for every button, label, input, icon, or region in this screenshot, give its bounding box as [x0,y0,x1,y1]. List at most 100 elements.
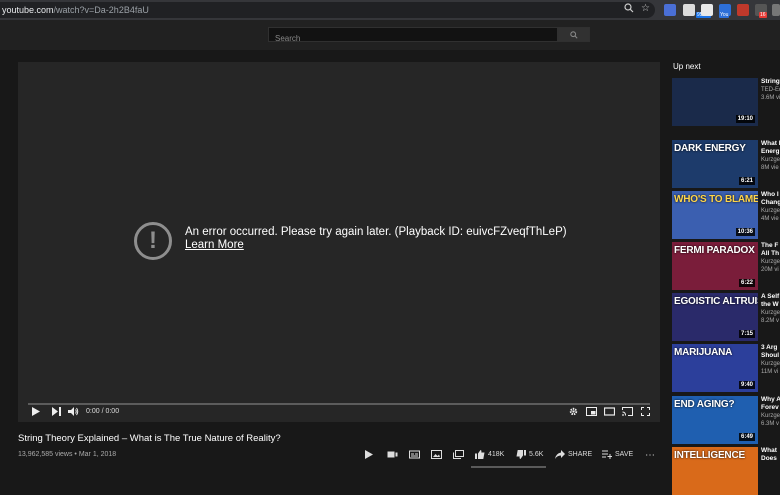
extension-you-label: You [719,12,730,18]
recommended-video[interactable]: FERMI PARADOX 6:22 The F All Th Kurzge 20M vi [672,242,780,290]
recommended-video[interactable]: EGOISTIC ALTRUISM 7:15 A Selfthe W Kurzge 8.… [672,293,780,341]
recommended-title: Why A [761,396,780,403]
recommended-video[interactable]: 19:10 String TED-Ed 3.6M vi [672,78,780,126]
recommended-video[interactable]: END AGING? 6:49 Why A Forev Kurzge 6.3M v [672,396,780,444]
captions-icon [409,450,420,459]
thumbnail-title: EGOISTIC ALTRUISM [674,296,758,307]
video-meta: 13,962,585 views • Mar 1, 2018 [18,451,117,458]
like-ratio-bar [471,466,546,468]
settings-button[interactable] [569,407,578,420]
search-button[interactable] [558,27,590,42]
video-thumbnail[interactable]: WHO'S TO BLAME? 10:36 [672,191,758,239]
thumbnail-title: INTELLIGENCE [674,450,745,461]
video-thumbnail[interactable]: DARK ENERGY 6:21 [672,140,758,188]
video-thumbnail[interactable]: INTELLIGENCE [672,447,758,495]
video-thumbnail[interactable]: EGOISTIC ALTRUISM 7:15 [672,293,758,341]
thumbs-up-icon [475,450,485,459]
zoom-icon[interactable] [624,3,634,18]
play-action-button[interactable] [365,450,373,459]
recommended-title-line2: All Th [761,250,780,257]
play-button[interactable] [32,407,40,420]
recommended-views: 8.2M v [761,318,780,324]
image-button[interactable] [431,450,442,459]
next-button[interactable] [52,407,61,420]
dislike-count: 5.6K [529,451,544,458]
video-thumbnail[interactable]: END AGING? 6:49 [672,396,758,444]
recommended-title: String [761,78,780,85]
like-count: 418K [488,451,505,458]
share-button[interactable]: SHARE [555,450,592,459]
recommended-views: 3.6M vi [761,95,780,101]
extension-red-icon[interactable] [737,4,749,16]
recommended-channel: Kurzge [761,310,780,316]
theater-mode-button[interactable] [603,407,616,420]
error-icon: ! [134,222,172,260]
extension-shield-icon[interactable] [664,4,676,16]
recommended-channel: Kurzge [761,208,780,214]
video-player[interactable]: ! An error occurred. Please try again la… [18,62,660,422]
recommended-title-line2: Shoul [761,352,780,359]
captions-button[interactable] [409,450,420,459]
recommended-video-info: The F All Th Kurzge 20M vi [761,242,780,274]
more-icon: ⋯ [645,450,655,461]
playlist-button[interactable] [453,450,464,459]
learn-more-link[interactable]: Learn More [185,239,244,251]
bookmark-star-icon[interactable]: ☆ [641,2,650,16]
video-title: String Theory Explained – What is The Tr… [18,433,281,444]
play-icon [32,407,40,416]
queue-icon [387,451,398,458]
recommended-video[interactable]: INTELLIGENCE What Does [672,447,780,495]
recommended-video[interactable]: DARK ENERGY 6:21 What I Energ Kurzge 8M vie [672,140,780,188]
search-input[interactable] [269,32,557,45]
cast-button[interactable] [622,407,633,420]
extension-doc-icon[interactable] [683,4,695,16]
recommended-channel: Kurzge [761,259,780,265]
volume-icon [68,407,79,416]
recommended-title: The F [761,242,779,249]
share-label: SHARE [568,451,593,458]
volume-button[interactable] [68,407,79,420]
recommended-title-line2: Energ [761,148,780,155]
playlist-icon [453,450,464,459]
recommended-video-info: 3 Arg Shoul Kurzge 11M vi [761,344,780,376]
duration-badge: 7:15 [738,330,755,338]
recommended-video-info: A Self the W Kurzge 8.2M v [761,293,780,325]
fullscreen-button[interactable] [641,407,650,420]
extension-partial-icon[interactable] [772,4,780,16]
miniplayer-button[interactable] [586,407,597,420]
duration-badge: 19:10 [735,115,755,123]
recommended-views: 8M vie [761,165,779,171]
search-box [268,27,558,45]
recommended-title: Who I [761,191,779,198]
thumbnail-title: DARK ENERGY [674,143,746,154]
recommended-title: A Self [761,293,780,300]
extension-grid-icon[interactable] [701,4,713,16]
recommended-channel: Kurzge [761,157,780,163]
gear-icon [569,407,578,416]
recommended-title: What I [761,140,780,147]
recommended-views: 20M vi [761,267,779,273]
recommended-video-info: What Does [761,447,780,463]
dislike-button[interactable]: 5.6K [516,450,543,459]
time-display: 0:00 / 0:00 [86,408,120,415]
search-icon [570,30,578,39]
address-bar[interactable]: youtube.com/watch?v=Da-2h2B4faU [0,2,655,18]
more-actions-button[interactable]: ⋯ [645,450,655,461]
queue-button[interactable] [387,450,398,459]
duration-badge: 6:22 [738,279,755,287]
recommended-video-info: Why A Forev Kurzge 6.3M v [761,396,780,428]
recommended-video[interactable]: WHO'S TO BLAME? 10:36 Who I Chang Kurzge 4M v… [672,191,780,239]
video-thumbnail[interactable]: MARIJUANA 9:40 [672,344,758,392]
video-thumbnail[interactable]: 19:10 [672,78,758,126]
thumbnail-title: MARIJUANA [674,347,733,358]
thumbnail-title: END AGING? [674,399,735,410]
like-button[interactable]: 418K [475,450,504,459]
video-thumbnail[interactable]: FERMI PARADOX 6:22 [672,242,758,290]
recommended-video[interactable]: MARIJUANA 9:40 3 Arg Shoul Kurzge 11M vi [672,344,780,392]
recommended-title-line2: Forev [761,404,779,411]
recommended-views: 11M vi [761,369,779,375]
progress-bar[interactable] [28,403,650,405]
miniplayer-icon [586,407,597,416]
save-button[interactable]: SAVE [602,450,633,459]
play-icon [365,450,373,459]
